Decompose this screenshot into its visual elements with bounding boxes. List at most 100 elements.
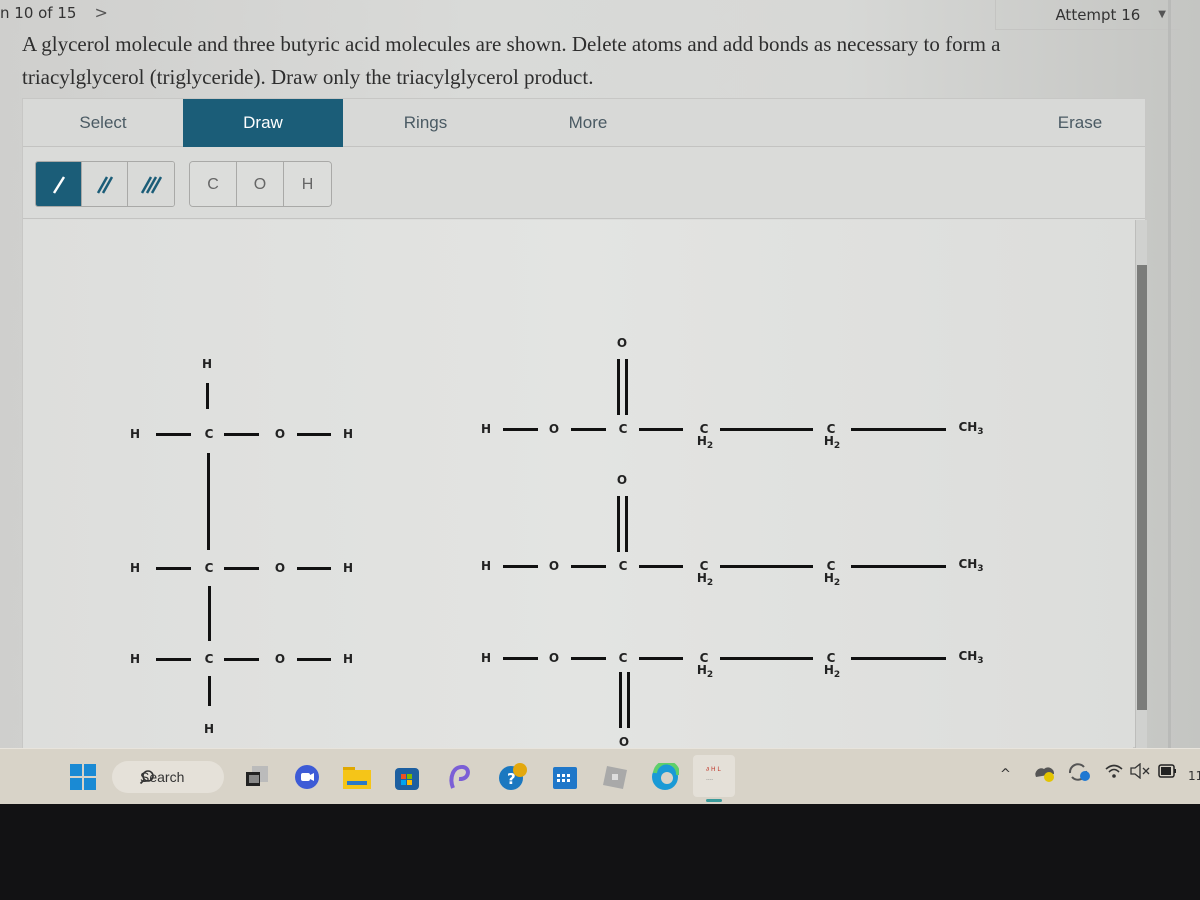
- tab-more[interactable]: More: [508, 99, 668, 147]
- single-bond-button[interactable]: [36, 162, 82, 206]
- single-bond[interactable]: [206, 453, 210, 550]
- double-bond[interactable]: [618, 672, 622, 728]
- glycerol-top-h[interactable]: H: [202, 358, 212, 370]
- hydrogen-atom-button[interactable]: H: [284, 162, 331, 206]
- single-bond[interactable]: [156, 566, 191, 570]
- tab-select[interactable]: Select: [23, 99, 183, 147]
- double-bond[interactable]: [624, 496, 628, 552]
- canvas-scrollbar[interactable]: [1135, 220, 1147, 748]
- clock[interactable]: 11: [1188, 769, 1200, 783]
- double-bond[interactable]: [616, 496, 620, 552]
- single-bond[interactable]: [639, 656, 683, 660]
- single-bond[interactable]: [720, 427, 813, 431]
- single-bond[interactable]: [156, 432, 191, 436]
- glycerol-o[interactable]: O: [275, 653, 285, 665]
- acid-o[interactable]: O: [549, 560, 559, 572]
- single-bond[interactable]: [571, 564, 606, 568]
- glycerol-oh-h[interactable]: H: [343, 562, 353, 574]
- edge-icon[interactable]: [650, 762, 680, 792]
- attempt-dropdown[interactable]: Attempt 16 ▼: [995, 0, 1180, 30]
- wifi-icon[interactable]: [1104, 763, 1124, 783]
- glycerol-oh-h[interactable]: H: [343, 428, 353, 440]
- single-bond[interactable]: [639, 427, 683, 431]
- onedrive-icon[interactable]: [1034, 763, 1056, 787]
- acid-ch2-b-h2[interactable]: H2: [824, 435, 840, 451]
- single-bond[interactable]: [720, 564, 813, 568]
- acid-h[interactable]: H: [481, 423, 491, 435]
- acid-carbonyl-c[interactable]: C: [619, 652, 628, 664]
- single-bond[interactable]: [297, 566, 331, 570]
- acid-o[interactable]: O: [549, 423, 559, 435]
- single-bond[interactable]: [720, 656, 813, 660]
- single-bond[interactable]: [851, 564, 946, 568]
- single-bond[interactable]: [639, 564, 683, 568]
- file-explorer-icon[interactable]: [342, 762, 372, 792]
- acid-carbonyl-o[interactable]: O: [617, 474, 627, 486]
- glycerol-o[interactable]: O: [275, 562, 285, 574]
- carbon-atom-button[interactable]: C: [190, 162, 237, 206]
- single-bond[interactable]: [297, 657, 331, 661]
- tab-rings[interactable]: Rings: [343, 99, 508, 147]
- glycerol-o[interactable]: O: [275, 428, 285, 440]
- acid-h[interactable]: H: [481, 652, 491, 664]
- acid-ch3[interactable]: CH3: [958, 558, 983, 574]
- glycerol-c[interactable]: C: [205, 653, 214, 665]
- acid-carbonyl-c[interactable]: C: [619, 560, 628, 572]
- mute-icon[interactable]: [1130, 762, 1152, 783]
- store-icon[interactable]: [392, 762, 422, 792]
- acid-carbonyl-o[interactable]: O: [617, 337, 627, 349]
- single-bond[interactable]: [156, 657, 191, 661]
- single-bond[interactable]: [851, 427, 946, 431]
- chevron-right-icon[interactable]: >: [94, 3, 107, 22]
- acid-carbonyl-c[interactable]: C: [619, 423, 628, 435]
- single-bond[interactable]: [207, 676, 211, 706]
- acid-carbonyl-o[interactable]: O: [619, 736, 629, 748]
- start-icon[interactable]: [68, 762, 98, 792]
- battery-icon[interactable]: [1158, 764, 1178, 782]
- single-bond[interactable]: [297, 432, 331, 436]
- roblox-icon[interactable]: [600, 762, 630, 792]
- single-bond[interactable]: [503, 564, 538, 568]
- acid-o[interactable]: O: [549, 652, 559, 664]
- task-view-icon[interactable]: [242, 762, 272, 792]
- single-bond[interactable]: [571, 656, 606, 660]
- acid-h[interactable]: H: [481, 560, 491, 572]
- single-bond[interactable]: [205, 383, 209, 409]
- acid-ch2-a-h2[interactable]: H2: [697, 435, 713, 451]
- acid-ch2-b-h2[interactable]: H2: [824, 664, 840, 680]
- chevron-up-icon[interactable]: ^: [1000, 767, 1011, 782]
- single-bond[interactable]: [207, 586, 211, 641]
- tab-erase[interactable]: Erase: [1015, 99, 1145, 147]
- glycerol-c[interactable]: C: [205, 562, 214, 574]
- taskbar-search[interactable]: Search: [112, 761, 224, 793]
- single-bond[interactable]: [851, 656, 946, 660]
- acid-ch3[interactable]: CH3: [958, 421, 983, 437]
- double-bond-button[interactable]: [82, 162, 128, 206]
- glycerol-c[interactable]: C: [205, 428, 214, 440]
- single-bond[interactable]: [503, 427, 538, 431]
- acid-ch2-a-h2[interactable]: H2: [697, 664, 713, 680]
- drawing-canvas[interactable]: H H C O H H C O H H C O H H H O C C H2 C H2 CH3 O H O C C H2 C H2 CH3 O…: [23, 220, 1133, 748]
- double-bond[interactable]: [616, 359, 620, 415]
- active-window-thumbnail[interactable]: ∂ H L ----: [693, 755, 735, 797]
- double-bond[interactable]: [626, 672, 630, 728]
- acid-ch2-a-h2[interactable]: H2: [697, 572, 713, 588]
- single-bond[interactable]: [571, 427, 606, 431]
- tab-draw[interactable]: Draw: [183, 99, 343, 147]
- triple-bond-button[interactable]: [128, 162, 174, 206]
- copilot-icon[interactable]: [444, 762, 474, 792]
- page-scrollbar[interactable]: [1168, 0, 1171, 760]
- meet-icon[interactable]: [292, 762, 322, 792]
- oxygen-atom-button[interactable]: O: [237, 162, 284, 206]
- sync-icon[interactable]: [1066, 761, 1092, 787]
- glycerol-h[interactable]: H: [130, 428, 140, 440]
- glycerol-oh-h[interactable]: H: [343, 653, 353, 665]
- canvas-scrollbar-thumb[interactable]: [1137, 265, 1147, 710]
- glycerol-bottom-h[interactable]: H: [204, 723, 214, 735]
- single-bond[interactable]: [503, 656, 538, 660]
- calendar-icon[interactable]: [550, 762, 580, 792]
- single-bond[interactable]: [224, 566, 259, 570]
- acid-ch2-b-h2[interactable]: H2: [824, 572, 840, 588]
- single-bond[interactable]: [224, 432, 259, 436]
- glycerol-h[interactable]: H: [130, 653, 140, 665]
